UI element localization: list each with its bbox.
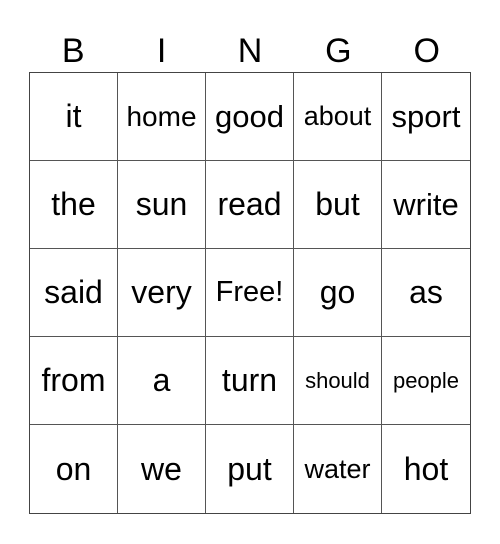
bingo-cell[interactable]: we (118, 425, 206, 513)
bingo-cell[interactable]: the (30, 161, 118, 249)
bingo-cell[interactable]: hot (382, 425, 470, 513)
free-space-cell[interactable]: Free! (206, 249, 294, 337)
bingo-header: B I N G O (29, 30, 471, 72)
bingo-cell[interactable]: read (206, 161, 294, 249)
header-letter-n: N (237, 32, 263, 70)
bingo-cell[interactable]: sport (382, 73, 470, 161)
bingo-cell[interactable]: go (294, 249, 382, 337)
header-letter-g: G (325, 32, 352, 70)
bingo-card: it home good about sport the sun read bu… (29, 72, 471, 514)
bingo-cell[interactable]: said (30, 249, 118, 337)
bingo-cell[interactable]: people (382, 337, 470, 425)
bingo-cell[interactable]: turn (206, 337, 294, 425)
bingo-cell[interactable]: from (30, 337, 118, 425)
bingo-cell[interactable]: should (294, 337, 382, 425)
bingo-cell[interactable]: a (118, 337, 206, 425)
bingo-cell[interactable]: home (118, 73, 206, 161)
bingo-cell[interactable]: very (118, 249, 206, 337)
bingo-cell[interactable]: put (206, 425, 294, 513)
bingo-cell[interactable]: sun (118, 161, 206, 249)
bingo-cell[interactable]: write (382, 161, 470, 249)
header-letter-i: I (156, 32, 167, 70)
bingo-cell[interactable]: as (382, 249, 470, 337)
header-letter-b: B (61, 32, 85, 70)
bingo-cell[interactable]: it (30, 73, 118, 161)
bingo-cell[interactable]: good (206, 73, 294, 161)
bingo-cell[interactable]: on (30, 425, 118, 513)
bingo-cell[interactable]: about (294, 73, 382, 161)
header-letter-o: O (413, 32, 440, 70)
bingo-cell[interactable]: water (294, 425, 382, 513)
bingo-cell[interactable]: but (294, 161, 382, 249)
